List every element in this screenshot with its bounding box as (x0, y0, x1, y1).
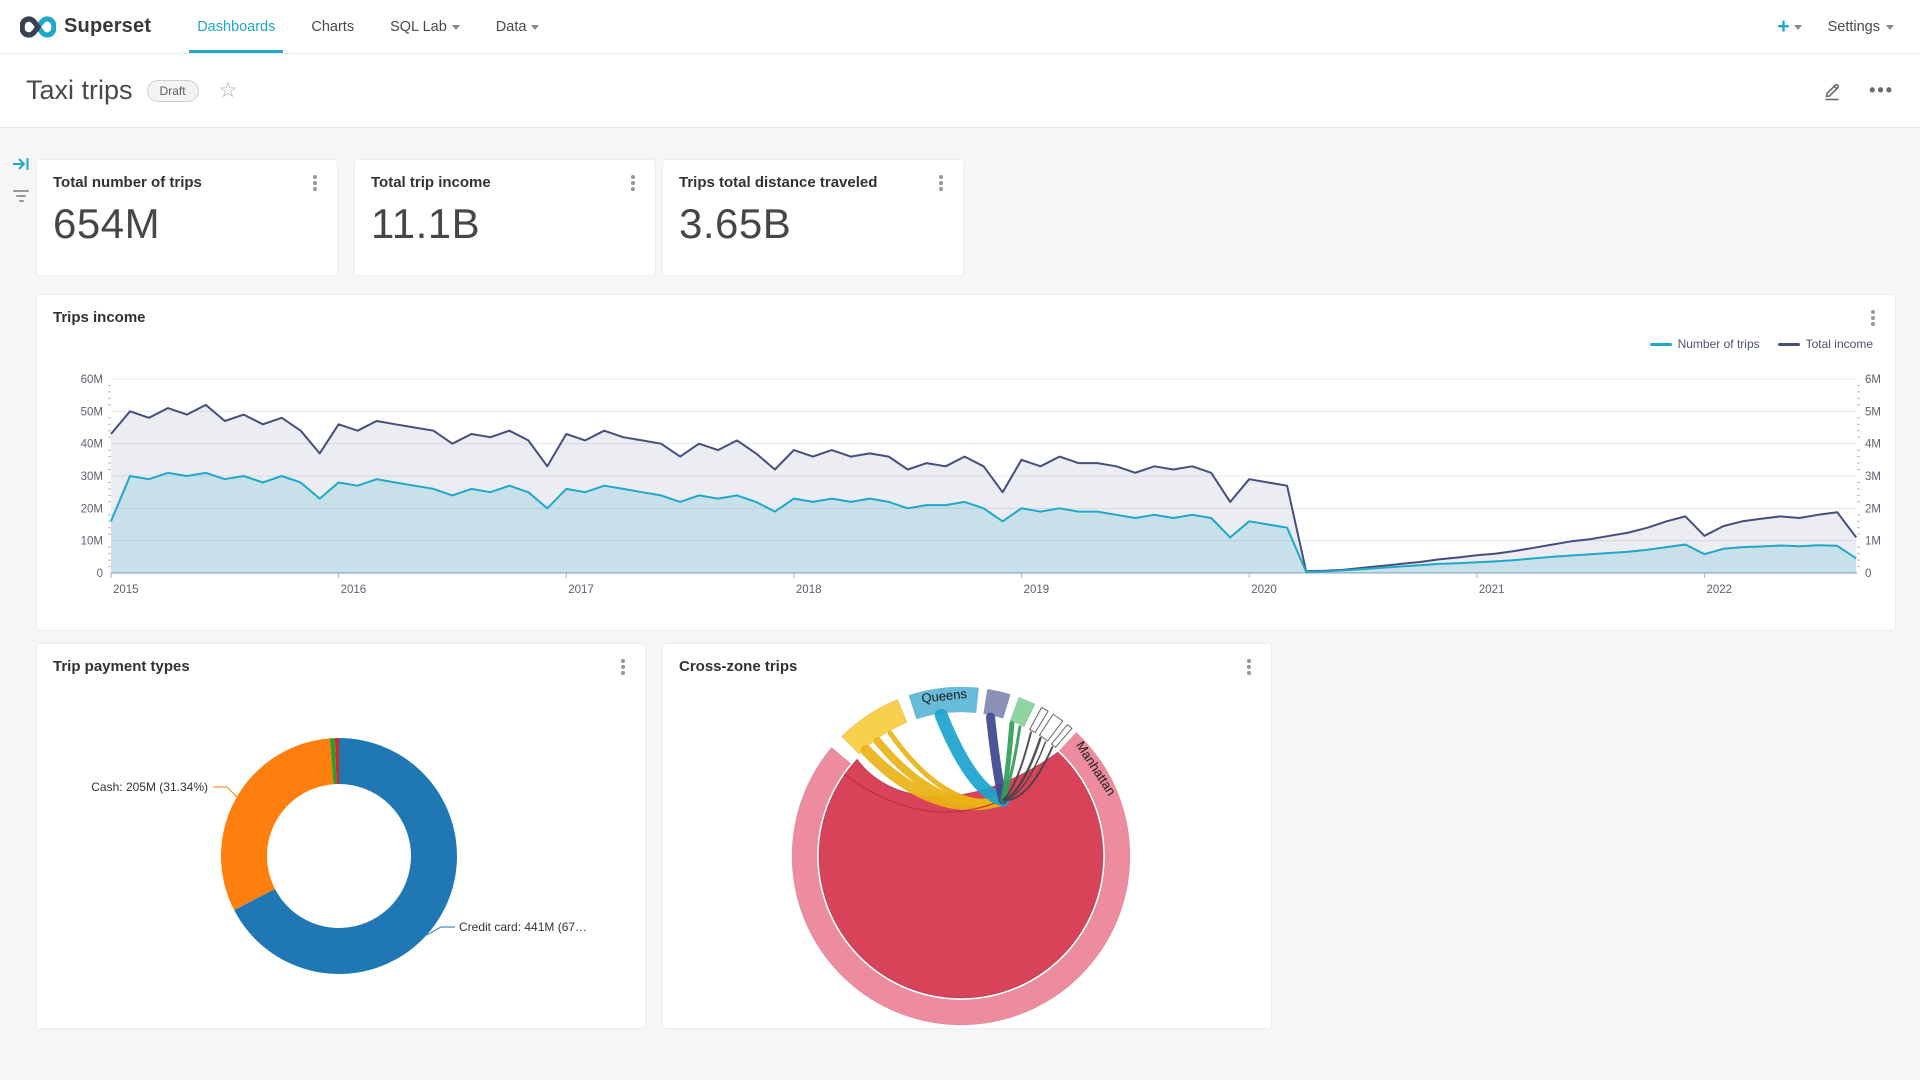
trips-income-chart-card: Trips income Number of trips Total incom… (36, 294, 1896, 631)
brand-name: Superset (64, 15, 151, 38)
svg-text:2019: 2019 (1024, 584, 1050, 596)
svg-text:0: 0 (1865, 568, 1871, 580)
kpi-title: Total number of trips (53, 174, 202, 191)
kpi-title: Total trip income (371, 174, 491, 191)
svg-text:40M: 40M (81, 439, 103, 451)
svg-text:0: 0 (97, 568, 103, 580)
legend-item-total-income[interactable]: Total income (1778, 337, 1873, 351)
superset-logo[interactable]: Superset (0, 0, 179, 53)
legend-swatch (1778, 343, 1800, 346)
kpi-title: Trips total distance traveled (679, 174, 877, 191)
dashboard-body: Total number of trips 654M Total trip in… (0, 128, 1920, 1080)
kebab-menu-icon[interactable] (305, 172, 325, 194)
svg-text:Credit card: 441M (67…: Credit card: 441M (67… (459, 920, 587, 934)
chord-diagram: ManhattanQueens (663, 644, 1271, 1028)
chart-legend: Number of trips Total income (1650, 337, 1873, 351)
svg-text:5M: 5M (1865, 406, 1881, 418)
nav-item-data[interactable]: Data (478, 0, 558, 53)
donut-chart: Cash: 205M (31.34%) Credit card: 441M (67… (37, 644, 645, 1028)
chart-title: Cross-zone trips (679, 658, 797, 675)
svg-text:2020: 2020 (1251, 584, 1277, 596)
svg-text:30M: 30M (81, 471, 103, 483)
kpi-value: 654M (53, 200, 160, 248)
page-title: Taxi trips (26, 75, 133, 106)
line-chart: 0 0 10M 1M 20M 2M 30M 3M 40M 4M 50M 5M 60M 6M 2015 2016… (37, 295, 1895, 630)
cross-zone-chart-card: Cross-zone trips ManhattanQueens (662, 643, 1272, 1029)
chevron-down-icon (1886, 25, 1894, 30)
kpi-value: 3.65B (679, 200, 791, 248)
kpi-card-total-trips: Total number of trips 654M (36, 159, 338, 276)
svg-text:2017: 2017 (568, 584, 594, 596)
nav-item-charts[interactable]: Charts (293, 0, 372, 53)
svg-text:2021: 2021 (1479, 584, 1505, 596)
settings-menu[interactable]: Settings (1828, 19, 1894, 35)
svg-text:1M: 1M (1865, 536, 1881, 548)
svg-text:10M: 10M (81, 536, 103, 548)
chart-title: Trip payment types (53, 658, 190, 675)
svg-text:20M: 20M (81, 503, 103, 515)
expand-filter-bar-icon[interactable] (11, 154, 31, 174)
svg-text:60M: 60M (81, 374, 103, 386)
status-badge: Draft (147, 80, 199, 102)
svg-text:2018: 2018 (796, 584, 822, 596)
svg-text:2022: 2022 (1706, 584, 1732, 596)
kebab-menu-icon[interactable] (1863, 307, 1883, 329)
chevron-down-icon (531, 25, 539, 30)
svg-text:Cash: 205M (31.34%): Cash: 205M (31.34%) (91, 780, 208, 794)
more-actions-icon[interactable]: ••• (1869, 80, 1894, 101)
kpi-card-distance: Trips total distance traveled 3.65B (662, 159, 964, 276)
kebab-menu-icon[interactable] (623, 172, 643, 194)
legend-item-number-of-trips[interactable]: Number of trips (1650, 337, 1760, 351)
chart-title: Trips income (53, 309, 146, 326)
kebab-menu-icon[interactable] (613, 656, 633, 678)
dashboard-header: Taxi trips Draft ☆ ••• (0, 54, 1920, 128)
svg-text:3M: 3M (1865, 471, 1881, 483)
legend-swatch (1650, 343, 1672, 346)
payment-types-chart-card: Trip payment types Cash: 205M (31.34%) Cr… (36, 643, 646, 1029)
top-navbar: Superset Dashboards Charts SQL Lab Data … (0, 0, 1920, 54)
nav-item-sql-lab[interactable]: SQL Lab (372, 0, 478, 53)
favorite-star-icon[interactable]: ☆ (219, 80, 238, 101)
svg-text:2016: 2016 (341, 584, 367, 596)
edit-pencil-icon[interactable] (1821, 80, 1843, 102)
kebab-menu-icon[interactable] (931, 172, 951, 194)
kpi-value: 11.1B (371, 200, 480, 248)
kpi-card-trip-income: Total trip income 11.1B (354, 159, 656, 276)
infinity-logo-icon (20, 15, 56, 39)
svg-text:2015: 2015 (113, 584, 139, 596)
kebab-menu-icon[interactable] (1239, 656, 1259, 678)
new-item-button[interactable]: + (1777, 16, 1801, 37)
chevron-down-icon (452, 25, 460, 30)
svg-text:4M: 4M (1865, 439, 1881, 451)
main-nav: Dashboards Charts SQL Lab Data (179, 0, 557, 53)
svg-text:6M: 6M (1865, 374, 1881, 386)
svg-text:50M: 50M (81, 406, 103, 418)
svg-text:2M: 2M (1865, 503, 1881, 515)
plus-icon: + (1777, 16, 1789, 37)
nav-item-dashboards[interactable]: Dashboards (179, 0, 293, 53)
chevron-down-icon (1794, 25, 1802, 30)
filter-icon[interactable] (13, 190, 29, 202)
